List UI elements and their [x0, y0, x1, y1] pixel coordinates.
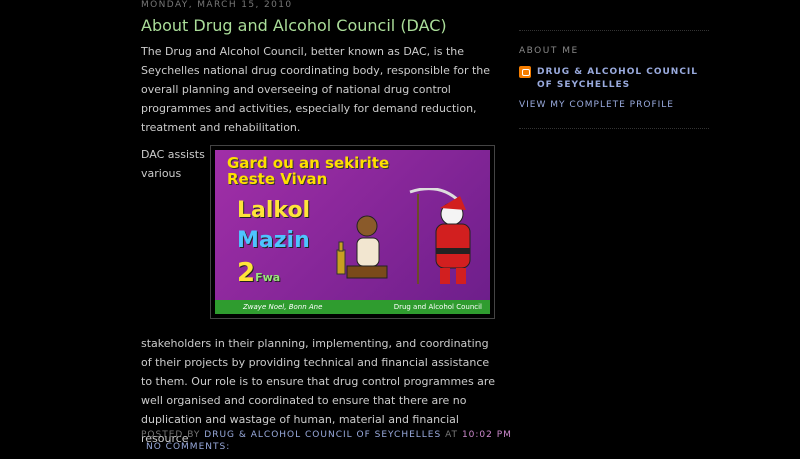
sidebar-divider-bottom [519, 128, 709, 129]
boy-illustration [336, 215, 388, 279]
poster-word-twice-number: 2 [237, 258, 256, 288]
grim-reaper-santa-illustration [409, 188, 471, 284]
poster-word-twice: 2Fwa [237, 258, 280, 288]
profile-name-link[interactable]: DRUG & ALCOHOL COUNCIL OF SEYCHELLES [537, 66, 707, 92]
post-title[interactable]: About Drug and Alcohol Council (DAC) [141, 16, 447, 35]
post-image[interactable]: Gard ou an sekirite Reste Vivan Lalkol M… [210, 145, 495, 319]
view-profile-link[interactable]: VIEW MY COMPLETE PROFILE [519, 100, 674, 110]
sidebar-divider-top [519, 30, 709, 31]
poster-artwork: Gard ou an sekirite Reste Vivan Lalkol M… [215, 150, 490, 314]
poster-word-drugs: Mazin [237, 228, 310, 253]
post-footer: POSTED BY DRUG & ALCOHOL COUNCIL OF SEYC… [141, 430, 512, 440]
poster-footer-left: Zwaye Noel, Bonn Ane [243, 303, 323, 311]
poster-headline-line2: Reste Vivan [227, 170, 328, 188]
poster-footer-bar: Zwaye Noel, Bonn Ane Drug and Alcohol Co… [215, 300, 490, 314]
post-paragraph-1: The Drug and Alcohol Council, better kno… [141, 45, 491, 134]
at-label: AT [445, 430, 459, 440]
post-date: MONDAY, MARCH 15, 2010 [141, 0, 293, 10]
posted-by-label: POSTED BY [141, 430, 201, 440]
sidebar-heading: ABOUT ME [519, 46, 579, 56]
poster-footer-right: Drug and Alcohol Council [393, 303, 482, 311]
post-paragraph-2: DAC assists various [141, 148, 205, 180]
poster-headline-line1: Gard ou an sekirite [227, 154, 390, 172]
author-link[interactable]: DRUG & ALCOHOL COUNCIL OF SEYCHELLES [204, 430, 441, 440]
poster-headline: Gard ou an sekirite Reste Vivan [227, 155, 389, 187]
poster-word-twice-small: Fwa [255, 271, 281, 284]
blogger-icon [519, 66, 531, 78]
post-time-link[interactable]: 10:02 PM [462, 430, 512, 440]
comments-link[interactable]: NO COMMENTS: [146, 442, 230, 452]
poster-word-alcohol: Lalkol [237, 198, 311, 223]
